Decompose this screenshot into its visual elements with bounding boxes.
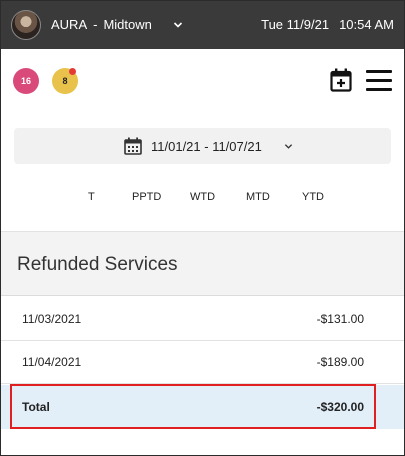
brand-name: AURA — [51, 17, 88, 32]
current-time: 10:54 AM — [339, 17, 394, 32]
tab-mtd[interactable]: MTD — [246, 191, 270, 203]
tab-today[interactable]: T — [88, 191, 95, 203]
table-row[interactable]: 11/03/2021 -$131.00 — [1, 298, 404, 340]
section-header: Refunded Services — [1, 232, 404, 296]
datetime: Tue 11/9/21 10:54 AM — [261, 17, 394, 32]
location-separator: - — [93, 17, 98, 32]
tab-wtd[interactable]: WTD — [190, 191, 215, 203]
alert-dot — [69, 68, 76, 75]
section-title: Refunded Services — [17, 254, 178, 275]
avatar[interactable] — [11, 10, 41, 40]
row-amount: -$189.00 — [316, 355, 364, 369]
chevron-down-icon — [284, 144, 293, 149]
calendar-icon — [124, 137, 142, 155]
date-range-label: 11/01/21 - 11/07/21 — [151, 139, 262, 154]
chevron-down-icon[interactable] — [173, 20, 183, 30]
tab-ytd[interactable]: YTD — [302, 191, 324, 203]
row-amount: -$131.00 — [316, 312, 364, 326]
notification-badge-pink[interactable]: 16 — [13, 68, 39, 94]
location-selector[interactable]: AURA - Midtown — [51, 17, 152, 32]
table-row[interactable]: 11/04/2021 -$189.00 — [1, 341, 404, 383]
date-range-selector[interactable]: 11/01/21 - 11/07/21 — [14, 128, 391, 164]
top-bar: AURA - Midtown Tue 11/9/21 10:54 AM — [1, 1, 404, 49]
tab-pptd[interactable]: PPTD — [132, 191, 161, 203]
location-name: Midtown — [103, 17, 152, 32]
hamburger-menu-icon[interactable] — [366, 70, 392, 92]
app-frame: AURA - Midtown Tue 11/9/21 10:54 AM 16 8 11… — [0, 0, 405, 456]
current-date: Tue 11/9/21 — [261, 17, 330, 32]
row-date: 11/03/2021 — [22, 312, 82, 326]
highlight-box — [10, 384, 376, 429]
row-date: 11/04/2021 — [22, 355, 82, 369]
calendar-add-icon[interactable] — [330, 68, 352, 92]
